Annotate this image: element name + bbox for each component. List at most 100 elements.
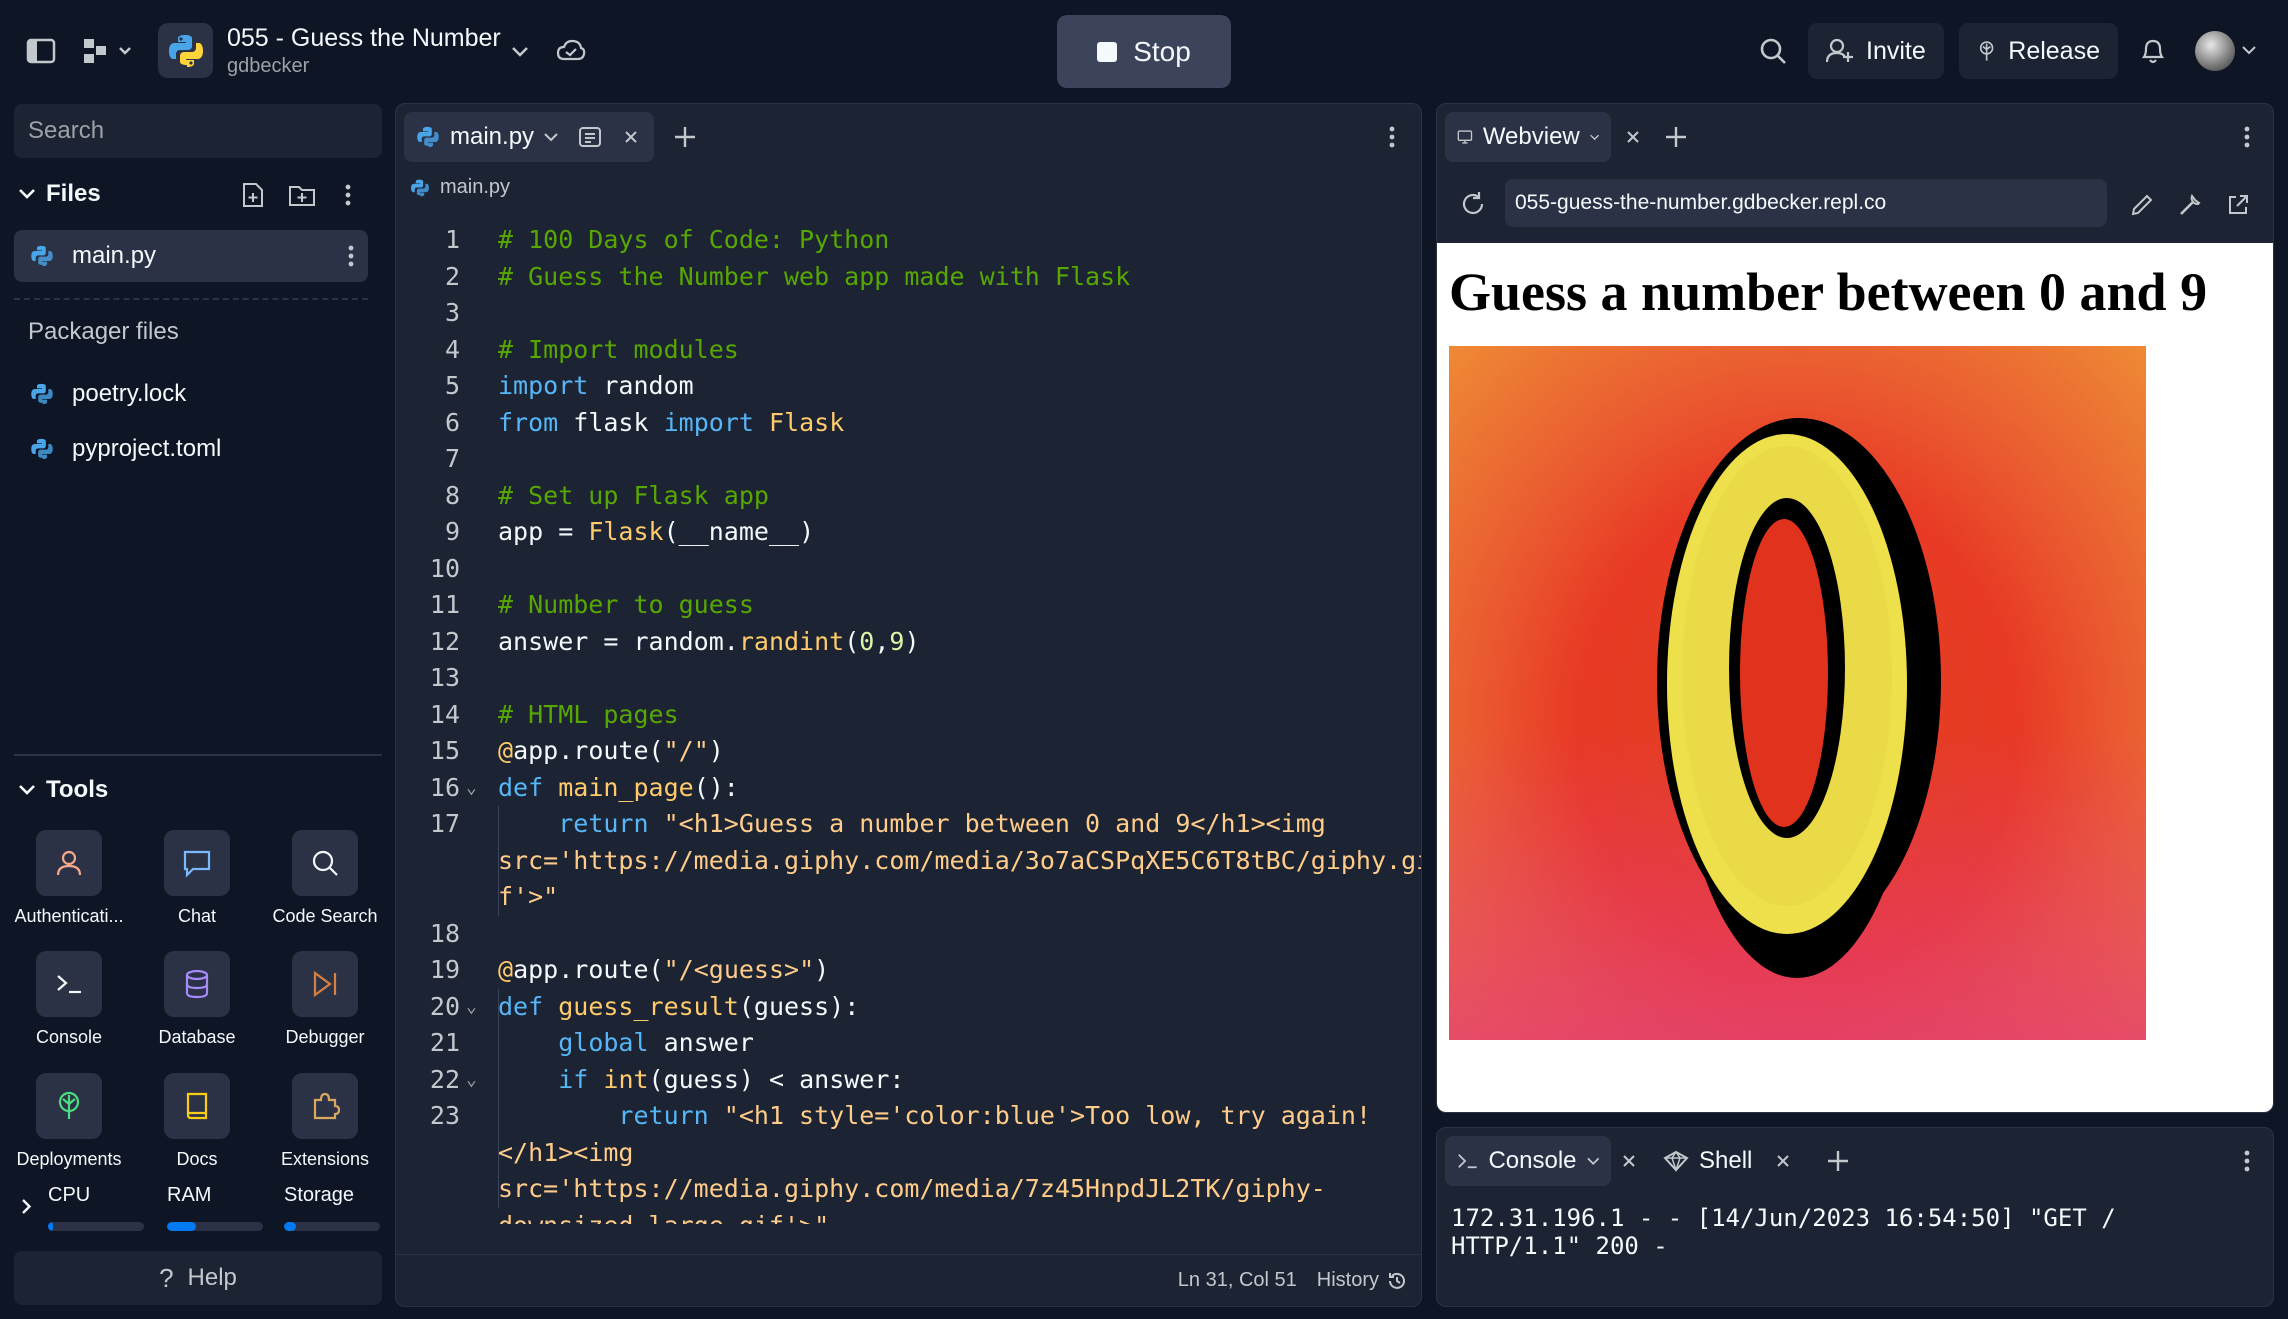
repl-owner[interactable]: gdbecker	[227, 55, 309, 78]
tab-webview[interactable]: Webview	[1445, 112, 1611, 162]
notifications-bell-icon[interactable]	[2136, 34, 2170, 68]
invite-button[interactable]: Invite	[1808, 23, 1944, 79]
tool-authentication[interactable]: Authenticati...	[5, 830, 133, 942]
avatar[interactable]	[2195, 31, 2235, 71]
code-line[interactable]: 12 answer = random.randint(0,9)	[396, 624, 1421, 660]
new-file-icon[interactable]	[238, 180, 268, 210]
file-item-poetry-lock[interactable]: poetry.lock	[14, 368, 368, 420]
edit-pencil-icon[interactable]	[2127, 190, 2157, 220]
devtools-wrench-icon[interactable]	[2175, 190, 2205, 220]
code-line[interactable]: 6 from flask import Flask	[396, 405, 1421, 441]
editor-menu-kebab-icon[interactable]	[1382, 122, 1402, 152]
tool-docs[interactable]: Docs	[133, 1073, 261, 1185]
code-line[interactable]: </h1><img	[396, 1135, 1421, 1171]
ram-usage-bar[interactable]	[167, 1222, 263, 1231]
add-tab-icon[interactable]	[670, 122, 700, 152]
close-icon[interactable]	[1623, 126, 1643, 148]
code-line[interactable]: 1 # 100 Days of Code: Python	[396, 222, 1421, 258]
code-line[interactable]: 3	[396, 295, 1421, 331]
help-button[interactable]: ? Help	[14, 1251, 382, 1305]
tool-extensions[interactable]: Extensions	[261, 1073, 389, 1185]
code-line[interactable]: 10	[396, 551, 1421, 587]
code-line[interactable]: downsized-large.gif'>"	[396, 1208, 1421, 1225]
refresh-icon[interactable]	[1457, 188, 1489, 220]
code-line[interactable]: 16 ⌄ def main_page():	[396, 770, 1421, 806]
file-kebab-icon[interactable]	[348, 245, 354, 267]
console-output[interactable]: 172.31.196.1 - - [14/Jun/2023 16:54:50] …	[1451, 1204, 2251, 1260]
code-line[interactable]: 15 @app.route("/")	[396, 733, 1421, 769]
storage-usage-bar[interactable]	[284, 1222, 380, 1231]
tools-section-header[interactable]: Tools	[18, 776, 108, 804]
new-folder-icon[interactable]	[286, 180, 318, 210]
code-line[interactable]: 23 return "<h1 style='color:blue'>Too lo…	[396, 1098, 1421, 1134]
code-line[interactable]: src='https://media.giphy.com/media/7z45H…	[396, 1171, 1421, 1207]
cpu-usage-bar[interactable]	[48, 1222, 144, 1231]
url-input[interactable]: 055-guess-the-number.gdbecker.repl.co	[1505, 179, 2107, 227]
file-outline-icon[interactable]	[578, 126, 602, 148]
close-icon[interactable]	[1776, 1154, 1790, 1168]
chevron-right-icon[interactable]	[16, 1196, 36, 1216]
monitor-icon	[1457, 130, 1473, 144]
add-tab-icon[interactable]	[1823, 1146, 1853, 1176]
code-line[interactable]: 17 return "<h1>Guess a number between 0 …	[396, 806, 1421, 842]
tool-database[interactable]: Database	[133, 951, 261, 1063]
file-item-pyproject-toml[interactable]: pyproject.toml	[14, 423, 368, 475]
search-input[interactable]: Search	[14, 104, 382, 158]
stop-button[interactable]: Stop	[1057, 15, 1231, 88]
chevron-down-icon[interactable]	[508, 40, 532, 64]
code-line[interactable]: 11 # Number to guess	[396, 587, 1421, 623]
file-item-main-py[interactable]: main.py	[14, 230, 368, 282]
breadcrumb[interactable]: main.py	[410, 176, 510, 199]
code-line[interactable]: 8 # Set up Flask app	[396, 478, 1421, 514]
code-line[interactable]: 14 # HTML pages	[396, 697, 1421, 733]
chevron-down-icon[interactable]	[1589, 133, 1599, 142]
code-line[interactable]: 22 ⌄ if int(guess) < answer:	[396, 1062, 1421, 1098]
code-line[interactable]: 13	[396, 660, 1421, 696]
repl-title[interactable]: 055 - Guess the Number	[227, 24, 501, 53]
close-icon[interactable]	[624, 130, 638, 144]
fold-chevron-icon[interactable]: ⌄	[466, 989, 477, 1025]
code-line[interactable]: 19 @app.route("/<guess>")	[396, 952, 1421, 988]
cursor-position[interactable]: Ln 31, Col 51	[1178, 1269, 1297, 1292]
spotlight-menu-icon[interactable]	[80, 34, 136, 68]
tool-deployments[interactable]: Deployments	[5, 1073, 133, 1185]
code-line[interactable]: src='https://media.giphy.com/media/3o7aC…	[396, 843, 1421, 879]
code-line[interactable]: 20 ⌄ def guess_result(guess):	[396, 989, 1421, 1025]
tab-main-py[interactable]: main.py	[404, 112, 654, 162]
files-menu-kebab-icon[interactable]	[336, 180, 360, 210]
history-button[interactable]: History	[1317, 1269, 1407, 1292]
code-line[interactable]: 9 app = Flask(__name__)	[396, 514, 1421, 550]
tab-console[interactable]: Console	[1445, 1136, 1611, 1186]
code-line[interactable]: 2 # Guess the Number web app made with Fl…	[396, 259, 1421, 295]
code-line[interactable]: f'>"	[396, 879, 1421, 915]
account-chevron-icon[interactable]	[2240, 42, 2258, 58]
code-line[interactable]: 5 import random	[396, 368, 1421, 404]
add-tab-icon[interactable]	[1661, 122, 1691, 152]
open-external-icon[interactable]	[2223, 190, 2253, 220]
tool-code-search[interactable]: Code Search	[261, 830, 389, 942]
python-language-icon[interactable]	[158, 23, 213, 78]
code-line[interactable]: 7	[396, 441, 1421, 477]
files-label: Files	[46, 180, 101, 207]
chevron-down-icon[interactable]	[1586, 1157, 1600, 1166]
chevron-down-icon[interactable]	[544, 132, 558, 142]
files-section-header[interactable]: Files	[18, 180, 101, 208]
code-line[interactable]: 4 # Import modules	[396, 332, 1421, 368]
webview-menu-kebab-icon[interactable]	[2237, 122, 2257, 152]
code-line[interactable]: 18	[396, 916, 1421, 952]
usage-fill	[48, 1222, 53, 1231]
tool-chat[interactable]: Chat	[133, 830, 261, 942]
close-icon[interactable]	[1619, 1150, 1639, 1172]
fold-chevron-icon[interactable]: ⌄	[466, 770, 477, 806]
code-line[interactable]: 21 global answer	[396, 1025, 1421, 1061]
code-editor[interactable]: 1 # 100 Days of Code: Python 2 # Guess the …	[396, 222, 1421, 1225]
tab-shell[interactable]: Shell	[1663, 1144, 1790, 1178]
release-button[interactable]: Release	[1959, 23, 2118, 79]
fold-chevron-icon[interactable]: ⌄	[466, 1062, 477, 1098]
console-menu-kebab-icon[interactable]	[2237, 1146, 2257, 1176]
search-icon[interactable]	[1756, 34, 1790, 68]
tool-console[interactable]: Console	[5, 951, 133, 1063]
tool-debugger[interactable]: Debugger	[261, 951, 389, 1063]
cloud-sync-icon[interactable]	[554, 36, 588, 66]
sidebar-toggle-icon[interactable]	[24, 34, 58, 68]
